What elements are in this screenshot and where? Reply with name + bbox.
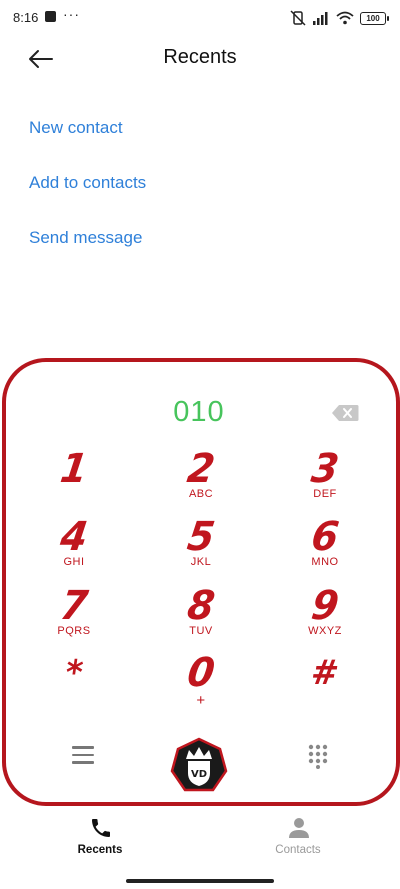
dial-key-6[interactable]: 6 MNO [280,514,370,576]
dial-key-7[interactable]: 7 PQRS [29,583,119,645]
nav-tab-contacts[interactable]: Contacts [198,808,398,868]
nav-label-recents: Recents [77,844,123,856]
dial-key-0[interactable]: 0 + [156,650,246,712]
more-notifications-dots: ··· [63,6,80,22]
menu-line [72,761,94,764]
dial-key-3[interactable]: 3 DEF [280,446,370,508]
dial-key-2[interactable]: 2 ABC [156,446,246,508]
send-message-link[interactable]: Send message [29,228,142,248]
vibrate-off-icon [290,10,306,26]
dial-key-star[interactable]: * [29,652,119,712]
wifi-icon [336,11,354,25]
phone-icon [92,819,110,837]
signal-icon [313,12,328,25]
dial-key-digit: 5 [184,514,218,560]
backspace-icon[interactable] [331,404,359,422]
dial-key-1[interactable]: 1 [29,446,119,508]
person-icon [289,818,309,838]
dial-key-9[interactable]: 9 WXYZ [280,583,370,645]
menu-line [72,753,94,756]
dial-key-digit: 4 [57,514,91,560]
call-button-logo-icon[interactable]: VD [170,737,228,795]
bottom-navigation: Recents Contacts [0,808,400,868]
dial-key-4[interactable]: 4 GHI [29,514,119,576]
nav-tab-recents[interactable]: Recents [0,808,200,868]
menu-icon[interactable] [72,746,94,764]
dial-key-digit: * [62,653,86,693]
dial-key-digit: 3 [308,446,342,492]
dial-key-digit: 8 [184,583,218,629]
dial-key-digit: 9 [308,583,342,629]
status-bar: 8:16 ··· 100 [0,0,400,36]
dial-key-digit: 7 [57,583,91,629]
page-title: Recents [163,46,237,68]
dial-key-digit: 1 [57,446,91,492]
notification-square-icon [45,11,56,22]
home-indicator [126,879,274,883]
app-header: Recents [0,36,400,82]
dial-key-digit: 2 [184,446,218,492]
dial-key-digit: # [308,653,342,693]
dial-key-hash[interactable]: # [280,652,370,712]
dial-key-5[interactable]: 5 JKL [156,514,246,576]
new-contact-link[interactable]: New contact [29,118,123,138]
dial-key-digit: 6 [308,514,342,560]
dial-key-digit: 0 [184,650,218,696]
menu-line [72,746,94,749]
keypad-icon[interactable] [307,743,329,769]
status-time: 8:16 [13,10,39,25]
logo-text: VD [191,769,207,780]
add-to-contacts-link[interactable]: Add to contacts [29,173,146,193]
battery-icon: 100 [360,11,389,25]
nav-label-contacts: Contacts [275,844,321,856]
dial-key-8[interactable]: 8 TUV [156,583,246,645]
status-icons: 100 [290,9,389,27]
